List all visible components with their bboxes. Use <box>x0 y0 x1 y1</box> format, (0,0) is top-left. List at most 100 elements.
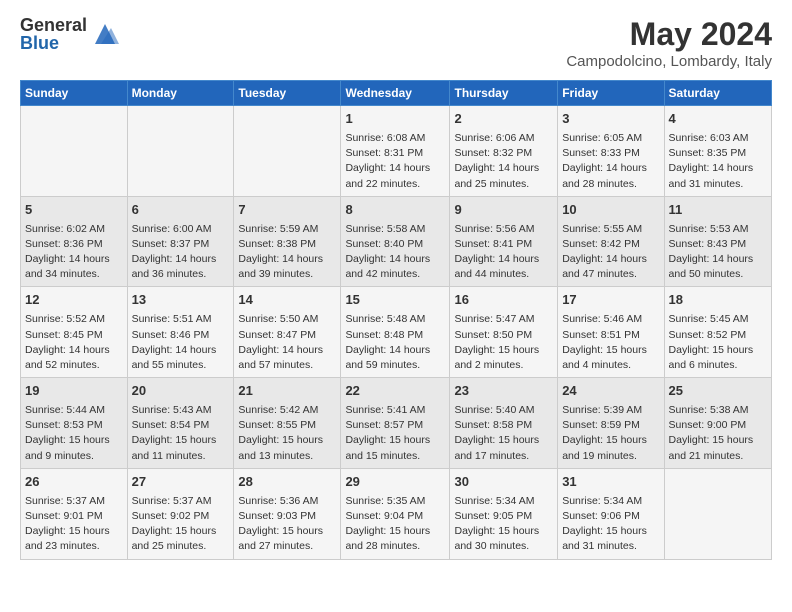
logo-text: General Blue <box>20 16 87 52</box>
day-info: Sunrise: 5:40 AM Sunset: 8:58 PM Dayligh… <box>454 403 553 464</box>
day-info: Sunrise: 6:02 AM Sunset: 8:36 PM Dayligh… <box>25 222 123 283</box>
calendar-cell: 9 Sunrise: 5:56 AM Sunset: 8:41 PM Daylig… <box>450 196 558 287</box>
day-info: Sunrise: 5:58 AM Sunset: 8:40 PM Dayligh… <box>345 222 445 283</box>
weekday-header-monday: Monday <box>127 81 234 106</box>
day-info: Sunrise: 5:34 AM Sunset: 9:05 PM Dayligh… <box>454 494 553 555</box>
calendar-table: SundayMondayTuesdayWednesdayThursdayFrid… <box>20 80 772 560</box>
day-info: Sunrise: 5:36 AM Sunset: 9:03 PM Dayligh… <box>238 494 336 555</box>
day-info: Sunrise: 5:53 AM Sunset: 8:43 PM Dayligh… <box>669 222 767 283</box>
day-number: 25 <box>669 382 767 401</box>
title-block: May 2024 Campodolcino, Lombardy, Italy <box>566 16 772 70</box>
day-number: 22 <box>345 382 445 401</box>
day-info: Sunrise: 5:42 AM Sunset: 8:55 PM Dayligh… <box>238 403 336 464</box>
day-number: 1 <box>345 110 445 129</box>
day-number: 28 <box>238 473 336 492</box>
day-info: Sunrise: 5:37 AM Sunset: 9:01 PM Dayligh… <box>25 494 123 555</box>
day-info: Sunrise: 5:51 AM Sunset: 8:46 PM Dayligh… <box>132 312 230 373</box>
calendar-cell: 26 Sunrise: 5:37 AM Sunset: 9:01 PM Dayli… <box>21 468 128 559</box>
day-info: Sunrise: 5:43 AM Sunset: 8:54 PM Dayligh… <box>132 403 230 464</box>
calendar-cell: 27Sunrise: 5:37 AM Sunset: 9:02 PM Dayli… <box>127 468 234 559</box>
day-number: 19 <box>25 382 123 401</box>
calendar-cell: 8 Sunrise: 5:58 AM Sunset: 8:40 PM Daylig… <box>341 196 450 287</box>
calendar-cell: 29 Sunrise: 5:35 AM Sunset: 9:04 PM Dayli… <box>341 468 450 559</box>
calendar-cell: 19 Sunrise: 5:44 AM Sunset: 8:53 PM Dayli… <box>21 378 128 469</box>
day-info: Sunrise: 5:44 AM Sunset: 8:53 PM Dayligh… <box>25 403 123 464</box>
day-number: 27 <box>132 473 230 492</box>
weekday-header-thursday: Thursday <box>450 81 558 106</box>
header: General Blue May 2024 Campodolcino, Lomb… <box>20 16 772 70</box>
day-number: 3 <box>562 110 659 129</box>
weekday-header-tuesday: Tuesday <box>234 81 341 106</box>
calendar-cell: 24 Sunrise: 5:39 AM Sunset: 8:59 PM Dayli… <box>558 378 664 469</box>
day-number: 5 <box>25 201 123 220</box>
calendar-cell: 1 Sunrise: 6:08 AM Sunset: 8:31 PM Daylig… <box>341 106 450 197</box>
calendar-cell: 30Sunrise: 5:34 AM Sunset: 9:05 PM Dayli… <box>450 468 558 559</box>
day-number: 11 <box>669 201 767 220</box>
day-number: 9 <box>454 201 553 220</box>
day-number: 26 <box>25 473 123 492</box>
week-row-1: 1 Sunrise: 6:08 AM Sunset: 8:31 PM Daylig… <box>21 106 772 197</box>
day-info: Sunrise: 5:46 AM Sunset: 8:51 PM Dayligh… <box>562 312 659 373</box>
day-number: 6 <box>132 201 230 220</box>
day-info: Sunrise: 6:05 AM Sunset: 8:33 PM Dayligh… <box>562 131 659 192</box>
calendar-cell: 11 Sunrise: 5:53 AM Sunset: 8:43 PM Dayli… <box>664 196 771 287</box>
calendar-cell: 7 Sunrise: 5:59 AM Sunset: 8:38 PM Daylig… <box>234 196 341 287</box>
calendar-cell: 2Sunrise: 6:06 AM Sunset: 8:32 PM Daylig… <box>450 106 558 197</box>
calendar-cell: 13 Sunrise: 5:51 AM Sunset: 8:46 PM Dayli… <box>127 287 234 378</box>
day-info: Sunrise: 5:38 AM Sunset: 9:00 PM Dayligh… <box>669 403 767 464</box>
week-row-4: 19 Sunrise: 5:44 AM Sunset: 8:53 PM Dayli… <box>21 378 772 469</box>
day-info: Sunrise: 5:59 AM Sunset: 8:38 PM Dayligh… <box>238 222 336 283</box>
day-number: 7 <box>238 201 336 220</box>
calendar-cell: 4 Sunrise: 6:03 AM Sunset: 8:35 PM Daylig… <box>664 106 771 197</box>
week-row-5: 26 Sunrise: 5:37 AM Sunset: 9:01 PM Dayli… <box>21 468 772 559</box>
calendar-cell <box>127 106 234 197</box>
day-number: 15 <box>345 291 445 310</box>
logo: General Blue <box>20 16 119 52</box>
day-number: 8 <box>345 201 445 220</box>
day-info: Sunrise: 5:35 AM Sunset: 9:04 PM Dayligh… <box>345 494 445 555</box>
calendar-cell: 18Sunrise: 5:45 AM Sunset: 8:52 PM Dayli… <box>664 287 771 378</box>
day-number: 14 <box>238 291 336 310</box>
calendar-cell: 20 Sunrise: 5:43 AM Sunset: 8:54 PM Dayli… <box>127 378 234 469</box>
weekday-header-saturday: Saturday <box>664 81 771 106</box>
calendar-cell: 22 Sunrise: 5:41 AM Sunset: 8:57 PM Dayli… <box>341 378 450 469</box>
day-number: 17 <box>562 291 659 310</box>
week-row-2: 5 Sunrise: 6:02 AM Sunset: 8:36 PM Daylig… <box>21 196 772 287</box>
day-number: 23 <box>454 382 553 401</box>
day-number: 31 <box>562 473 659 492</box>
day-info: Sunrise: 5:56 AM Sunset: 8:41 PM Dayligh… <box>454 222 553 283</box>
logo-general: General <box>20 16 87 34</box>
day-info: Sunrise: 6:06 AM Sunset: 8:32 PM Dayligh… <box>454 131 553 192</box>
day-number: 13 <box>132 291 230 310</box>
day-info: Sunrise: 6:00 AM Sunset: 8:37 PM Dayligh… <box>132 222 230 283</box>
weekday-header-wednesday: Wednesday <box>341 81 450 106</box>
day-info: Sunrise: 5:39 AM Sunset: 8:59 PM Dayligh… <box>562 403 659 464</box>
day-info: Sunrise: 6:08 AM Sunset: 8:31 PM Dayligh… <box>345 131 445 192</box>
calendar-cell: 16Sunrise: 5:47 AM Sunset: 8:50 PM Dayli… <box>450 287 558 378</box>
logo-blue: Blue <box>20 34 87 52</box>
day-info: Sunrise: 5:50 AM Sunset: 8:47 PM Dayligh… <box>238 312 336 373</box>
weekday-header-row: SundayMondayTuesdayWednesdayThursdayFrid… <box>21 81 772 106</box>
day-info: Sunrise: 5:34 AM Sunset: 9:06 PM Dayligh… <box>562 494 659 555</box>
logo-icon <box>91 20 119 48</box>
day-number: 4 <box>669 110 767 129</box>
day-info: Sunrise: 5:52 AM Sunset: 8:45 PM Dayligh… <box>25 312 123 373</box>
calendar-cell: 10Sunrise: 5:55 AM Sunset: 8:42 PM Dayli… <box>558 196 664 287</box>
day-info: Sunrise: 5:47 AM Sunset: 8:50 PM Dayligh… <box>454 312 553 373</box>
calendar-cell: 31 Sunrise: 5:34 AM Sunset: 9:06 PM Dayli… <box>558 468 664 559</box>
weekday-header-friday: Friday <box>558 81 664 106</box>
calendar-cell <box>234 106 341 197</box>
day-info: Sunrise: 6:03 AM Sunset: 8:35 PM Dayligh… <box>669 131 767 192</box>
day-number: 20 <box>132 382 230 401</box>
calendar-cell: 15 Sunrise: 5:48 AM Sunset: 8:48 PM Dayli… <box>341 287 450 378</box>
calendar-cell: 23 Sunrise: 5:40 AM Sunset: 8:58 PM Dayli… <box>450 378 558 469</box>
day-number: 29 <box>345 473 445 492</box>
day-info: Sunrise: 5:48 AM Sunset: 8:48 PM Dayligh… <box>345 312 445 373</box>
calendar-cell: 21Sunrise: 5:42 AM Sunset: 8:55 PM Dayli… <box>234 378 341 469</box>
calendar-cell: 3 Sunrise: 6:05 AM Sunset: 8:33 PM Daylig… <box>558 106 664 197</box>
day-number: 24 <box>562 382 659 401</box>
location: Campodolcino, Lombardy, Italy <box>566 53 772 70</box>
day-number: 12 <box>25 291 123 310</box>
calendar-cell <box>664 468 771 559</box>
day-info: Sunrise: 5:41 AM Sunset: 8:57 PM Dayligh… <box>345 403 445 464</box>
